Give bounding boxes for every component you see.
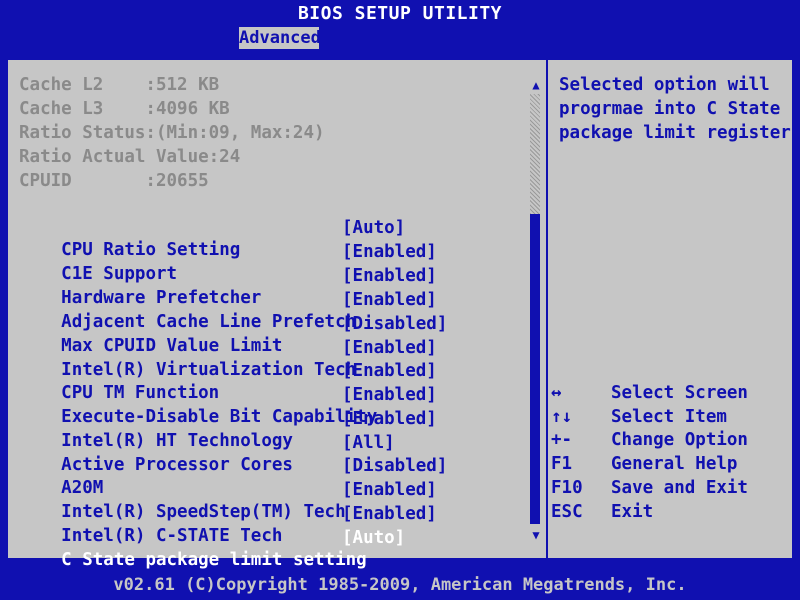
help-panel: Selected option will progrmae into C Sta… [548,60,792,558]
key-action: Exit [611,502,654,522]
key-action: Select Item [611,407,727,427]
setting-value[interactable]: [Enabled] [342,241,437,263]
setting-value[interactable]: [Disabled] [342,313,447,335]
setting-row-c1e-support[interactable]: C1E Support [Enabled] [19,241,437,284]
settings-panel: Cache L2 :512 KB Cache L3 :4096 KB Ratio… [8,60,546,570]
key-action: General Help [611,454,738,474]
setting-value[interactable]: [All] [342,432,395,454]
tab-advanced[interactable]: Advanced [239,27,321,49]
setting-row-cpu-tm[interactable]: CPU TM Function [Enabled] [19,360,437,403]
key-action: Change Option [611,430,748,450]
help-line: package limit register [559,123,791,143]
setting-value[interactable]: [Disabled] [342,455,447,477]
setting-value[interactable]: [Auto] [342,217,405,239]
setting-value[interactable]: [Enabled] [342,360,437,382]
setting-row-active-cores[interactable]: Active Processor Cores [All] [19,432,395,475]
scroll-up-arrow-icon[interactable]: ▲ [530,78,542,92]
info-cache-l2: Cache L2 :512 KB [19,75,220,95]
setting-value[interactable]: [Enabled] [342,503,437,525]
setting-value[interactable]: [Enabled] [342,265,437,287]
setting-value[interactable]: [Enabled] [342,337,437,359]
key-hint-general-help: F1 General Help [551,431,737,474]
setting-row-adjacent-cache[interactable]: Adjacent Cache Line Prefetch [Enabled] [19,289,437,332]
setting-value[interactable]: [Enabled] [342,384,437,406]
info-ratio-status: Ratio Status:(Min:09, Max:24) [19,123,325,143]
scrollbar-thumb[interactable] [530,94,540,214]
setting-row-ht-technology[interactable]: Intel(R) HT Technology [Enabled] [19,408,437,451]
copyright-footer: v02.61 (C)Copyright 1985-2009, American … [0,572,800,600]
setting-row-execute-disable[interactable]: Execute-Disable Bit Capability [Enabled] [19,384,437,427]
key-hint-select-item: ↑↓ Select Item [551,384,727,427]
setting-value[interactable]: [Enabled] [342,289,437,311]
scroll-down-arrow-icon[interactable]: ▼ [530,528,542,542]
key-label: ESC [551,502,583,522]
info-ratio-actual: Ratio Actual Value:24 [19,147,241,167]
setting-row-c-state-tech[interactable]: Intel(R) C-STATE Tech [Enabled] [19,503,437,546]
setting-value[interactable]: [Enabled] [342,479,437,501]
tab-bar: Advanced [0,26,800,50]
key-hint-change-option: +- Change Option [551,407,748,450]
info-cpuid: CPUID :20655 [19,171,209,191]
setting-row-a20m[interactable]: A20M [Disabled] [19,455,447,498]
setting-value[interactable]: [Auto] [342,527,405,549]
key-hint-select-screen: ↔ Select Screen [551,360,748,403]
help-line: progrmae into C State [559,99,781,119]
info-cache-l3: Cache L3 :4096 KB [19,99,230,119]
setting-row-speedstep[interactable]: Intel(R) SpeedStep(TM) Tech [Enabled] [19,479,437,522]
app-title: BIOS SETUP UTILITY [0,0,800,26]
help-line: Selected option will [559,75,770,95]
key-action: Select Screen [611,383,748,403]
setting-row-hardware-prefetcher[interactable]: Hardware Prefetcher [Enabled] [19,265,437,308]
setting-value[interactable]: [Enabled] [342,408,437,430]
key-action: Save and Exit [611,478,748,498]
key-hint-save-exit: F10 Save and Exit [551,455,748,498]
setting-row-c-state-package-limit[interactable]: C State package limit setting [Auto] [19,527,405,570]
setting-row-virtualization[interactable]: Intel(R) Virtualization Tech [Enabled] [19,337,437,380]
setting-row-max-cpuid[interactable]: Max CPUID Value Limit [Disabled] [19,313,447,356]
help-description: Selected option will progrmae into C Sta… [559,73,791,145]
key-hint-exit: ESC Exit [551,479,653,522]
scrollbar-track[interactable] [530,94,540,524]
setting-row-cpu-ratio[interactable]: CPU Ratio Setting [Auto] [19,217,405,260]
setting-label: C State package limit setting [61,550,367,570]
